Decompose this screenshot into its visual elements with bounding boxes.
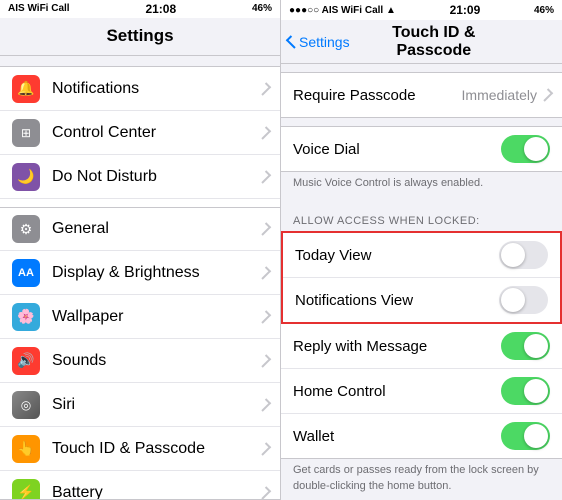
today-view-label: Today View [295,247,499,264]
settings-item-general[interactable]: ⚙ General [0,207,280,251]
left-time: 21:08 [145,2,176,16]
settings-item-control-center[interactable]: ⊞ Control Center [0,111,280,155]
right-time: 21:09 [450,3,481,17]
back-button[interactable]: Settings [289,34,350,50]
left-status-bar: AIS WiFi Call 21:08 46% [0,0,280,18]
display-label: Display & Brightness [52,264,261,282]
wallet-footer: Get cards or passes ready from the lock … [281,459,562,500]
settings-item-dnd[interactable]: 🌙 Do Not Disturb [0,155,280,199]
touchid-icon: 👆 [12,435,40,463]
left-title: Settings [106,26,173,46]
wallet-item: Wallet [281,414,562,458]
back-label: Settings [299,34,350,50]
reply-message-toggle[interactable] [501,332,550,360]
settings-item-wallpaper[interactable]: 🌸 Wallpaper [0,295,280,339]
right-title: Touch ID & Passcode [354,24,514,60]
notifications-view-item: Notifications View [283,278,560,322]
settings-item-display[interactable]: AA Display & Brightness [0,251,280,295]
left-nav-header: Settings [0,18,280,57]
require-passcode-section: Require Passcode Immediately [281,72,562,118]
right-battery: 46% [534,5,554,16]
settings-list: 🔔 Notifications ⊞ Control Center 🌙 Do No… [0,66,280,500]
notifications-icon: 🔔 [12,75,40,103]
require-passcode-item[interactable]: Require Passcode Immediately [281,73,562,117]
left-panel: AIS WiFi Call 21:08 46% Settings 🔔 Notif… [0,0,281,500]
control-center-icon: ⊞ [12,119,40,147]
today-view-toggle[interactable] [499,241,548,269]
voice-dial-label: Voice Dial [293,141,501,158]
wallet-label: Wallet [293,428,501,445]
require-passcode-list: Require Passcode Immediately [281,72,562,118]
siri-label: Siri [52,396,261,414]
settings-item-notifications[interactable]: 🔔 Notifications [0,67,280,111]
require-passcode-label: Require Passcode [293,87,462,104]
wallpaper-icon: 🌸 [12,303,40,331]
dnd-label: Do Not Disturb [52,168,261,186]
touchid-label: Touch ID & Passcode [52,440,261,458]
today-view-item: Today View [283,233,560,278]
right-panel: ●●●○○ AIS WiFi Call ▲ 21:09 46% Settings… [281,0,562,500]
allow-access-list: Reply with Message Home Control Wallet [281,322,562,459]
allow-access-header: ALLOW ACCESS WHEN LOCKED: [281,207,562,231]
home-control-item: Home Control [281,369,562,414]
settings-item-sounds[interactable]: 🔊 Sounds [0,339,280,383]
notifications-view-toggle[interactable] [499,286,548,314]
general-icon: ⚙ [12,215,40,243]
notifications-label: Notifications [52,80,261,98]
sounds-icon: 🔊 [12,347,40,375]
siri-icon: ◎ [12,391,40,419]
right-content: Require Passcode Immediately Voice Dial … [281,64,562,500]
highlight-box: Today View Notifications View [281,231,562,322]
wallet-toggle[interactable] [501,422,550,450]
notifications-view-label: Notifications View [295,292,499,309]
allow-access-section: ALLOW ACCESS WHEN LOCKED: Today View Not… [281,207,562,500]
wallpaper-label: Wallpaper [52,308,261,326]
sounds-label: Sounds [52,352,261,370]
voice-dial-toggle[interactable] [501,135,550,163]
back-chevron-icon [286,35,299,48]
voice-dial-footer: Music Voice Control is always enabled. [281,172,562,199]
right-status-bar: ●●●○○ AIS WiFi Call ▲ 21:09 46% [281,0,562,20]
display-icon: AA [12,259,40,287]
right-carrier: ●●●○○ AIS WiFi Call ▲ [289,5,396,16]
home-control-toggle[interactable] [501,377,550,405]
general-label: General [52,220,261,238]
home-control-label: Home Control [293,383,501,400]
settings-item-battery[interactable]: ⚡ Battery [0,471,280,500]
require-passcode-value: Immediately [462,87,537,103]
settings-item-touchid[interactable]: 👆 Touch ID & Passcode [0,427,280,471]
reply-message-label: Reply with Message [293,338,501,355]
left-battery: 46% [252,3,272,14]
battery-label: Battery [52,484,261,500]
control-center-label: Control Center [52,124,261,142]
battery-icon: ⚡ [12,479,40,500]
voice-dial-item: Voice Dial [281,127,562,171]
voice-dial-section: Voice Dial Music Voice Control is always… [281,126,562,199]
chevron-icon [540,88,553,101]
dnd-icon: 🌙 [12,163,40,191]
settings-item-siri[interactable]: ◎ Siri [0,383,280,427]
reply-message-item: Reply with Message [281,324,562,369]
left-carrier: AIS WiFi Call [8,3,70,14]
voice-dial-list: Voice Dial [281,126,562,172]
right-nav-header: Settings Touch ID & Passcode [281,20,562,64]
